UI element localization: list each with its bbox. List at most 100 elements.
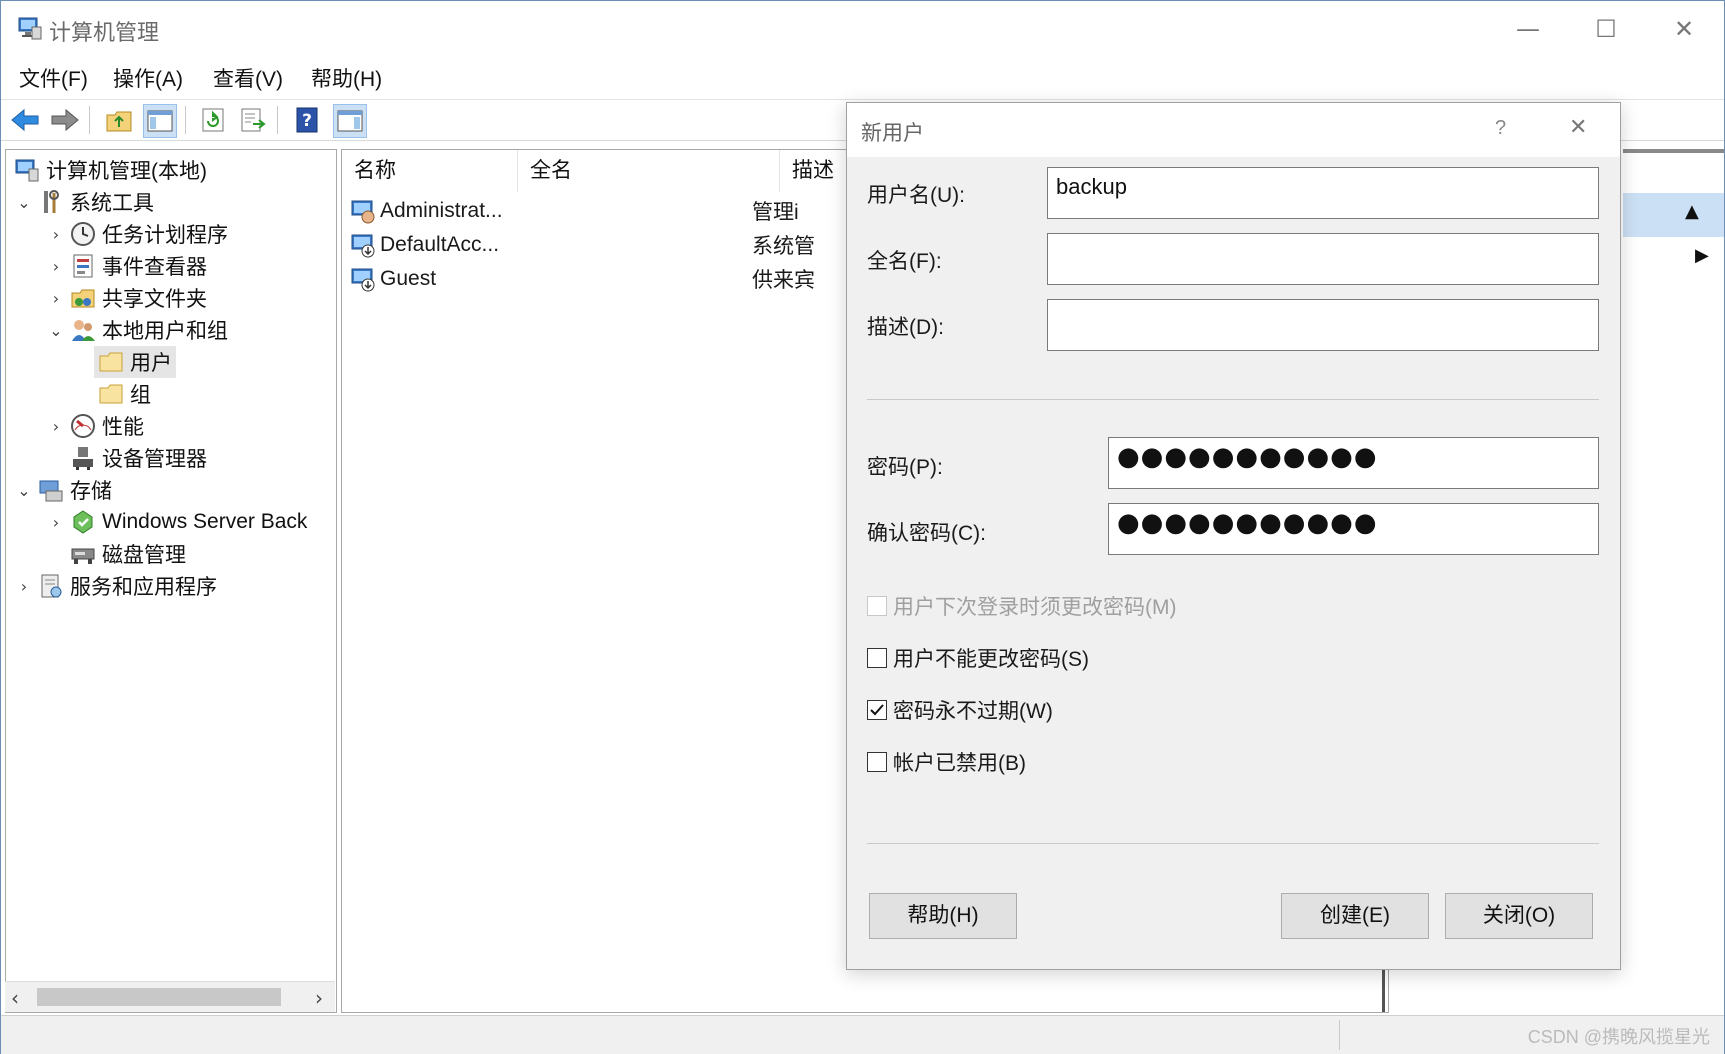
scroll-left-icon[interactable]: ‹ <box>11 986 19 1010</box>
tree-item-task-scheduler[interactable]: › 任务计划程序 <box>46 218 228 250</box>
checkbox[interactable] <box>867 648 887 668</box>
close-dialog-button[interactable]: 关闭(O) <box>1445 893 1593 939</box>
description-input[interactable] <box>1047 299 1599 351</box>
services-icon <box>41 574 62 598</box>
menu-help[interactable]: 帮助(H) <box>311 63 382 93</box>
menu-view[interactable]: 查看(V) <box>213 63 283 93</box>
tree-item-groups[interactable]: 组 <box>98 378 151 410</box>
user-name: Guest <box>380 267 437 290</box>
storage-icon <box>39 480 63 502</box>
up-folder-icon[interactable] <box>103 104 135 136</box>
dialog-title-bar: 新用户 ? ✕ <box>847 103 1620 157</box>
chevron-right-icon[interactable]: › <box>14 577 34 596</box>
event-viewer-icon <box>73 254 93 278</box>
fullname-input[interactable] <box>1047 233 1599 285</box>
minimize-button[interactable]: — <box>1505 9 1551 49</box>
tree-item-storage[interactable]: ⌄ 存储 <box>14 474 112 506</box>
chevron-right-icon[interactable]: › <box>46 417 66 436</box>
properties-pane-icon[interactable] <box>333 104 367 138</box>
tree-label: 用户 <box>130 352 172 375</box>
refresh-icon[interactable] <box>197 104 229 136</box>
checkmark-icon <box>870 704 884 716</box>
chevron-right-icon[interactable]: › <box>46 513 66 532</box>
pane-splitter[interactable] <box>1382 970 1385 1012</box>
checkbox-cannot-change-password[interactable]: 用户不能更改密码(S) <box>867 643 1089 673</box>
tree-item-users[interactable]: 用户 <box>94 346 176 378</box>
tree-item-local-users-groups[interactable]: ⌄ 本地用户和组 <box>46 314 228 346</box>
tree-label: 性能 <box>102 416 144 439</box>
tree-item-shared-folders[interactable]: › 共享文件夹 <box>46 282 207 314</box>
actions-header-border <box>1623 149 1724 153</box>
tree-item-computer-management[interactable]: 计算机管理(本地) <box>10 154 207 186</box>
tree-item-disk-management[interactable]: 磁盘管理 <box>66 538 186 570</box>
tree-item-event-viewer[interactable]: › 事件查看器 <box>46 250 207 282</box>
export-list-icon[interactable] <box>237 104 269 136</box>
checkbox-label: 用户不能更改密码(S) <box>893 648 1089 671</box>
actions-section-header[interactable]: ▲ <box>1623 193 1724 237</box>
menu-file[interactable]: 文件(F) <box>19 63 88 93</box>
tree-label: 组 <box>130 384 151 407</box>
chevron-down-icon[interactable]: ⌄ <box>46 321 66 340</box>
chevron-right-icon[interactable]: › <box>46 225 66 244</box>
collapse-up-icon[interactable]: ▲ <box>1685 201 1699 222</box>
checkbox-label: 帐户已禁用(B) <box>893 752 1026 775</box>
expand-right-icon[interactable]: ▶ <box>1695 245 1709 266</box>
user-name: DefaultAcc... <box>380 233 500 256</box>
tree-item-services-applications[interactable]: › 服务和应用程序 <box>14 570 217 602</box>
password-input[interactable]: ●●●●●●●●●●● <box>1108 437 1599 489</box>
dialog-help-button[interactable]: ? <box>1495 117 1506 140</box>
chevron-right-icon[interactable]: › <box>46 289 66 308</box>
folder-icon <box>99 384 123 404</box>
user-name: Administrat... <box>380 199 503 222</box>
checkbox-label: 密码永不过期(W) <box>893 700 1053 723</box>
chevron-down-icon[interactable]: ⌄ <box>14 481 34 500</box>
tree-item-system-tools[interactable]: ⌄ 系统工具 <box>14 186 154 218</box>
tree-item-device-manager[interactable]: 设备管理器 <box>66 442 207 474</box>
svg-text:?: ? <box>302 111 312 131</box>
tree-item-performance[interactable]: › 性能 <box>46 410 144 442</box>
disk-icon <box>71 548 95 564</box>
confirm-password-label: 确认密码(C): <box>867 522 986 545</box>
scroll-thumb[interactable] <box>37 988 281 1006</box>
chevron-down-icon[interactable]: ⌄ <box>14 193 34 212</box>
checkbox <box>867 596 887 616</box>
back-icon[interactable] <box>9 104 41 136</box>
tools-icon <box>44 190 59 213</box>
checkbox-account-disabled[interactable]: 帐户已禁用(B) <box>867 747 1026 777</box>
fullname-label: 全名(F): <box>867 250 942 273</box>
username-input[interactable]: backup <box>1047 167 1599 219</box>
tree-label: 任务计划程序 <box>102 224 228 247</box>
dialog-close-icon[interactable]: ✕ <box>1569 115 1587 140</box>
help-button[interactable]: 帮助(H) <box>869 893 1017 939</box>
forward-icon[interactable] <box>49 104 81 136</box>
chevron-right-icon[interactable]: › <box>46 257 66 276</box>
list-item[interactable]: Guest 供来宾 <box>350 262 815 296</box>
user-description: 系统管 <box>752 235 815 258</box>
tree-label: 共享文件夹 <box>102 288 207 311</box>
checkbox[interactable] <box>867 752 887 772</box>
list-item[interactable]: DefaultAcc... 系统管 <box>350 228 815 262</box>
confirm-password-input[interactable]: ●●●●●●●●●●● <box>1108 503 1599 555</box>
tree-label: 设备管理器 <box>102 448 207 471</box>
tree-label: 存储 <box>70 480 112 503</box>
column-header-fullname[interactable]: 全名 <box>518 150 780 192</box>
checkbox-must-change-password: 用户下次登录时须更改密码(M) <box>867 591 1176 621</box>
performance-icon <box>71 414 95 438</box>
tree-item-windows-server-backup[interactable]: › Windows Server Back <box>46 506 307 538</box>
close-button[interactable]: ✕ <box>1661 9 1707 49</box>
scroll-right-icon[interactable]: › <box>315 986 323 1010</box>
menu-action[interactable]: 操作(A) <box>113 63 183 93</box>
menu-bar: 文件(F) 操作(A) 查看(V) 帮助(H) <box>1 59 1724 97</box>
checkbox-checked[interactable] <box>867 700 887 720</box>
create-button[interactable]: 创建(E) <box>1281 893 1429 939</box>
tree-horizontal-scrollbar[interactable]: ‹ › <box>5 981 335 1012</box>
checkbox-password-never-expires[interactable]: 密码永不过期(W) <box>867 695 1053 725</box>
list-item[interactable]: Administrat... 管理i <box>350 194 799 228</box>
help-icon[interactable]: ? <box>291 104 323 136</box>
show-hide-tree-icon[interactable] <box>143 104 177 138</box>
maximize-button[interactable]: ☐ <box>1583 9 1629 49</box>
tree-label: 服务和应用程序 <box>70 576 217 599</box>
device-manager-icon <box>73 447 93 470</box>
password-label: 密码(P): <box>867 456 943 479</box>
column-header-name[interactable]: 名称 <box>342 150 518 192</box>
